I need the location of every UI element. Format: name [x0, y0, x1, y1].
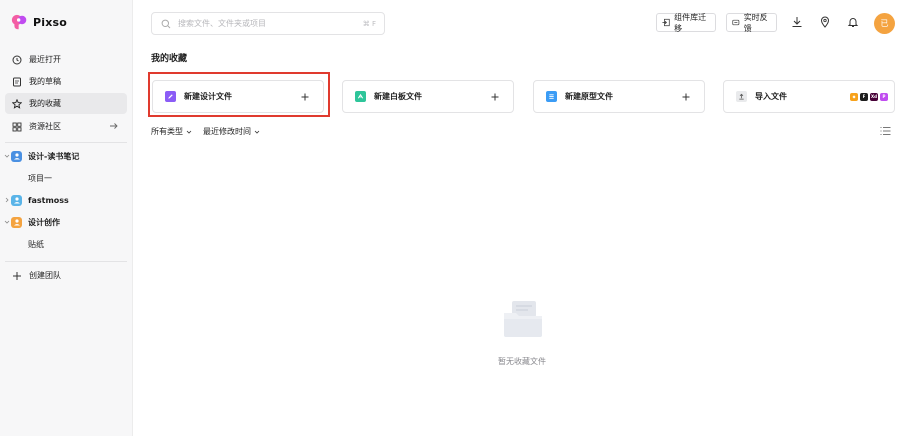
- plus-icon[interactable]: [489, 91, 501, 103]
- avatar-text: 已: [880, 19, 889, 28]
- sidebar-team-fastmoss[interactable]: fastmoss: [3, 190, 127, 210]
- sidebar-item-recent[interactable]: 最近打开: [5, 49, 127, 70]
- sketch-format-icon: ◆: [850, 92, 858, 101]
- card-label: 新建白板文件: [374, 92, 422, 101]
- download-icon[interactable]: [790, 15, 804, 29]
- sort-dropdown[interactable]: 最近修改时间: [203, 126, 260, 137]
- team-label: fastmoss: [28, 195, 69, 205]
- team-label: 设计-读书笔记: [28, 151, 80, 161]
- clock-icon: [12, 55, 22, 65]
- grid-icon: [12, 122, 22, 132]
- plus-icon[interactable]: [680, 91, 692, 103]
- search-shortcut: ⌘ F: [362, 19, 376, 28]
- pixso-logo-icon: [11, 14, 27, 30]
- search-placeholder: 搜索文件、文件夹或项目: [178, 19, 266, 28]
- create-team-button[interactable]: 创建团队: [5, 265, 127, 286]
- xd-format-icon: Xd: [870, 92, 878, 101]
- sidebar-item-favorites[interactable]: 我的收藏: [5, 93, 127, 114]
- import-file-card[interactable]: 导入文件 ◆ F Xd P: [723, 80, 895, 113]
- bell-icon[interactable]: [846, 15, 860, 29]
- arrow-right-icon[interactable]: [109, 121, 119, 131]
- chevron-down-icon[interactable]: [3, 219, 10, 226]
- sidebar-item-label: 最近打开: [29, 55, 61, 64]
- empty-state-text: 暂无收藏文件: [498, 357, 546, 366]
- card-label: 导入文件: [755, 92, 787, 101]
- star-icon: [12, 98, 22, 109]
- filter-type-dropdown[interactable]: 所有类型: [151, 126, 192, 137]
- sidebar-item-label: 我的收藏: [29, 99, 61, 108]
- sidebar-item-label: 资源社区: [29, 122, 61, 131]
- sidebar-item-community[interactable]: 资源社区: [5, 116, 127, 137]
- component-migrate-button[interactable]: 组件库迁移: [656, 12, 716, 33]
- sidebar-item-drafts[interactable]: 我的草稿: [5, 71, 127, 92]
- import-icon: [662, 18, 670, 27]
- chevron-right-icon[interactable]: [3, 197, 10, 204]
- sidebar-project-item[interactable]: 贴纸: [28, 239, 44, 250]
- upload-icon: [736, 91, 747, 102]
- file-icon: [12, 77, 22, 87]
- pixso-format-icon: P: [880, 92, 888, 101]
- card-label: 新建原型文件: [565, 92, 613, 101]
- sidebar-project-item[interactable]: 项目一: [28, 173, 52, 184]
- team-avatar: [11, 216, 22, 228]
- search-icon: [161, 19, 171, 28]
- sidebar-team-reading-notes[interactable]: 设计-读书笔记: [3, 146, 127, 166]
- feedback-label: 实时反馈: [743, 12, 768, 33]
- component-migrate-label: 组件库迁移: [674, 12, 707, 33]
- page-title: 我的收藏: [151, 54, 188, 64]
- prototype-file-icon: [546, 91, 557, 102]
- feedback-icon: [732, 19, 740, 26]
- create-team-label: 创建团队: [29, 271, 61, 280]
- sidebar-divider: [5, 261, 127, 262]
- team-avatar: [11, 150, 22, 162]
- figma-format-icon: F: [860, 92, 868, 101]
- new-whiteboard-file-card[interactable]: 新建白板文件: [342, 80, 514, 113]
- new-prototype-file-card[interactable]: 新建原型文件: [533, 80, 705, 113]
- location-pin-icon[interactable]: [818, 15, 832, 29]
- list-view-icon[interactable]: [880, 126, 891, 136]
- sidebar-item-label: 我的草稿: [29, 77, 61, 86]
- sort-label: 最近修改时间: [203, 127, 251, 136]
- chevron-down-icon: [254, 130, 260, 134]
- feedback-button[interactable]: 实时反馈: [726, 12, 777, 33]
- plus-icon: [12, 271, 22, 281]
- app-name: Pixso: [33, 16, 68, 29]
- empty-folder-illustration: [504, 301, 542, 337]
- team-label: 设计创作: [28, 217, 60, 227]
- team-avatar: [11, 194, 22, 206]
- filter-type-label: 所有类型: [151, 127, 183, 136]
- chevron-down-icon[interactable]: [3, 153, 10, 160]
- sidebar-team-design-creation[interactable]: 设计创作: [3, 212, 127, 232]
- sidebar: Pixso 最近打开 我的草稿 我的收藏 资源社区 设计-读书笔记 项目一 fa…: [0, 0, 133, 436]
- logo[interactable]: Pixso: [11, 14, 67, 31]
- chevron-down-icon: [186, 130, 192, 134]
- search-input[interactable]: 搜索文件、文件夹或项目 ⌘ F: [151, 12, 385, 35]
- whiteboard-file-icon: [355, 91, 366, 102]
- selection-highlight: [148, 72, 330, 117]
- user-avatar[interactable]: 已: [874, 13, 895, 34]
- sidebar-divider: [5, 142, 127, 143]
